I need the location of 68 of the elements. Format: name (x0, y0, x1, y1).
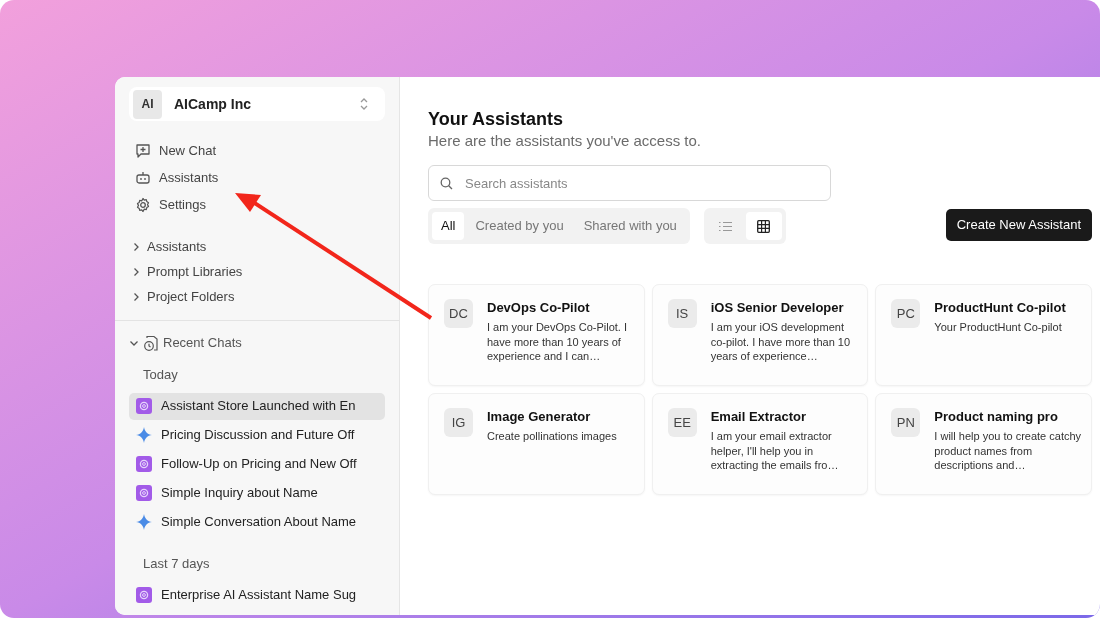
assistant-description: I will help you to create catchy product names from descriptions and… (934, 429, 1083, 473)
group-label: Last 7 days (142, 554, 211, 573)
grid-view-icon (757, 219, 771, 233)
chat-plus-icon (135, 143, 151, 159)
section-toggle[interactable]: Assistants (131, 236, 385, 257)
create-assistant-button[interactable]: Create New Assistant (945, 208, 1092, 241)
assistant-description: I am your email extractor helper, I'll help you in extracting the emails fro… (710, 429, 840, 473)
assistant-avatar: IS (667, 299, 697, 328)
chat-item[interactable]: Enterprise AI Assistant Name Sug (129, 581, 385, 608)
assistant-description: Create pollinations images (487, 429, 618, 444)
assistant-card[interactable]: EE Email Extractor I am your email extractor helper, I'll help you in extracting the emails fro… (651, 393, 869, 495)
assistant-avatar: PN (891, 408, 921, 437)
nav-item[interactable]: New Chat (135, 140, 385, 162)
chat-item[interactable]: Pricing Discussion and Future Off (129, 421, 385, 449)
filter-tab[interactable]: Created by you (466, 212, 573, 240)
assistant-name: Product naming pro (934, 408, 1059, 426)
assistant-avatar: EE (667, 408, 697, 437)
chevron-right-icon (131, 241, 141, 252)
page-subtitle: Here are the assistants you've access to. (428, 131, 702, 151)
assistant-avatar: DC (444, 299, 473, 328)
assistant-avatar: IG (444, 408, 473, 437)
view-toggle[interactable] (745, 212, 782, 240)
robot-icon (135, 170, 151, 186)
search-field[interactable]: Search assistants (428, 165, 831, 201)
nav-item[interactable]: Settings (135, 194, 385, 216)
assistant-name: ProductHunt Co-pilot (934, 299, 1067, 317)
assistant-card[interactable]: PC ProductHunt Co-pilot Your ProductHunt Co-pilot (875, 284, 1092, 386)
workspace-avatar: AI (133, 89, 162, 119)
assistant-logo-icon (136, 398, 152, 414)
chat-item[interactable]: Simple Inquiry about Name (129, 479, 385, 507)
assistant-name: DevOps Co-Pilot (487, 299, 591, 317)
assistant-description: Your ProductHunt Co-pilot (934, 320, 1063, 335)
sparkle-icon (136, 514, 152, 530)
filter-tab[interactable]: Shared with you (574, 212, 686, 240)
chevron-updown-icon (359, 97, 369, 111)
assistant-card[interactable]: IS iOS Senior Developer I am your iOS development co-pilot. I have more than 10 years of experience… (651, 284, 869, 386)
recent-chats-toggle[interactable]: Recent Chats (129, 333, 385, 353)
list-view-icon (719, 220, 733, 232)
assistant-name: iOS Senior Developer (710, 299, 845, 317)
workspace-name: AICamp Inc (174, 94, 252, 114)
chevron-right-icon (131, 266, 141, 277)
chevron-down-icon (129, 338, 139, 348)
history-icon (143, 334, 159, 352)
assistant-name: Email Extractor (710, 408, 808, 426)
chat-item[interactable]: Assistant Store Launched with En (129, 392, 385, 420)
page-title: Your Assistants (428, 108, 565, 131)
sparkle-icon (136, 427, 152, 443)
assistant-card[interactable]: DC DevOps Co-Pilot I am your DevOps Co-Pilot. I have more than 10 years of experience and I can… (428, 284, 645, 386)
assistant-description: I am your DevOps Co-Pilot. I have more than 10 years of experience and I can… (487, 320, 628, 364)
assistant-card[interactable]: PN Product naming pro I will help you to create catchy product names from descriptions and… (875, 393, 1092, 495)
assistant-card[interactable]: IG Image Generator Create pollinations images (428, 393, 645, 495)
filter-tab[interactable]: All (432, 212, 465, 240)
search-icon (440, 177, 453, 190)
assistant-description: I am your iOS development co-pilot. I have more than 10 years of experience… (710, 320, 852, 364)
section-toggle[interactable]: Project Folders (131, 286, 385, 307)
assistant-logo-icon (136, 586, 152, 603)
chevron-right-icon (131, 291, 141, 302)
settings-icon (135, 197, 151, 213)
section-toggle[interactable]: Prompt Libraries (131, 261, 385, 282)
chat-item[interactable]: Simple Conversation About Name (129, 508, 385, 536)
workspace-switcher[interactable]: AI AICamp Inc (129, 87, 385, 121)
nav-item[interactable]: Assistants (135, 167, 385, 189)
assistant-logo-icon (136, 485, 152, 501)
assistant-logo-icon (136, 456, 152, 472)
assistant-name: Image Generator (487, 408, 592, 426)
chat-item[interactable]: Follow-Up on Pricing and New Off (129, 450, 385, 478)
assistant-avatar: PC (891, 299, 921, 328)
group-label: Today (142, 366, 179, 384)
